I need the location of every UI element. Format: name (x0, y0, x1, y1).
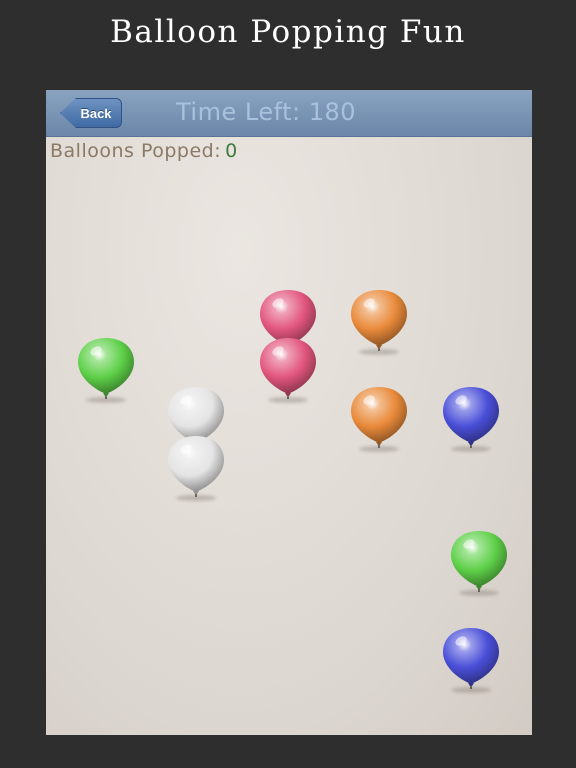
balloon-icon (260, 338, 316, 399)
balloon-white[interactable] (166, 433, 226, 497)
balloon-field (46, 90, 532, 735)
balloon-green[interactable] (76, 335, 136, 399)
balloon-icon (451, 531, 507, 592)
balloon-blue[interactable] (441, 625, 501, 689)
balloon-icon (351, 387, 407, 448)
balloon-icon (168, 436, 224, 497)
balloon-icon (443, 628, 499, 689)
balloon-icon (351, 290, 407, 351)
game-screen: Back Time Left: 180 Balloons Popped: 0 (46, 90, 532, 735)
balloon-green[interactable] (449, 528, 509, 592)
balloon-orange[interactable] (349, 384, 409, 448)
balloon-pink[interactable] (258, 335, 318, 399)
balloon-blue[interactable] (441, 384, 501, 448)
balloon-icon (78, 338, 134, 399)
balloon-icon (443, 387, 499, 448)
promo-title: Balloon Popping Fun (110, 14, 466, 50)
balloon-orange[interactable] (349, 287, 409, 351)
